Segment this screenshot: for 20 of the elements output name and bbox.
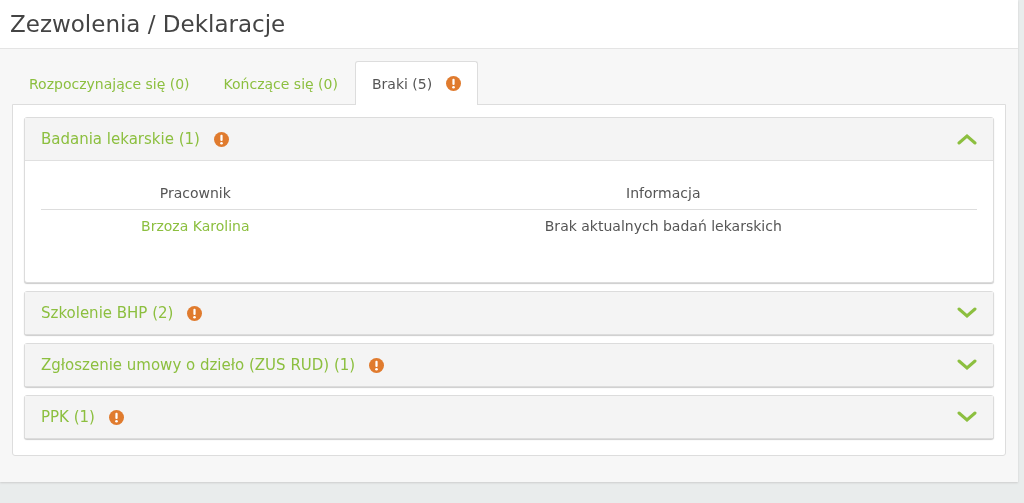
page-title: Zezwolenia / Deklaracje: [10, 11, 286, 37]
chevron-up-icon[interactable]: [957, 133, 977, 145]
tab[interactable]: Braki (5): [354, 61, 479, 105]
panel-title: Badania lekarskie (1): [41, 130, 200, 148]
column-header: Pracownik: [41, 177, 350, 210]
chevron-down-icon[interactable]: [957, 359, 977, 371]
panel-title: PPK (1): [41, 408, 95, 426]
chevron-down-icon[interactable]: [957, 307, 977, 319]
panel-header[interactable]: Badania lekarskie (1): [25, 118, 993, 160]
panel-title: Szkolenie BHP (2): [41, 304, 174, 322]
chevron-down-icon[interactable]: [957, 411, 977, 423]
panel-header[interactable]: Szkolenie BHP (2): [25, 292, 993, 334]
employee-link[interactable]: Brzoza Karolina: [141, 218, 250, 234]
column-header: Informacja: [349, 177, 977, 210]
tab[interactable]: Rozpoczynające się (0): [12, 61, 207, 105]
panel-header[interactable]: Zgłoszenie umowy o dzieło (ZUS RUD) (1): [25, 344, 993, 386]
panel-header[interactable]: PPK (1): [25, 396, 993, 438]
tab[interactable]: Kończące się (0): [206, 61, 355, 105]
table-cell: Brak aktualnych badań lekarskich: [544, 218, 782, 234]
panel-title: Zgłoszenie umowy o dzieło (ZUS RUD) (1): [41, 356, 356, 374]
